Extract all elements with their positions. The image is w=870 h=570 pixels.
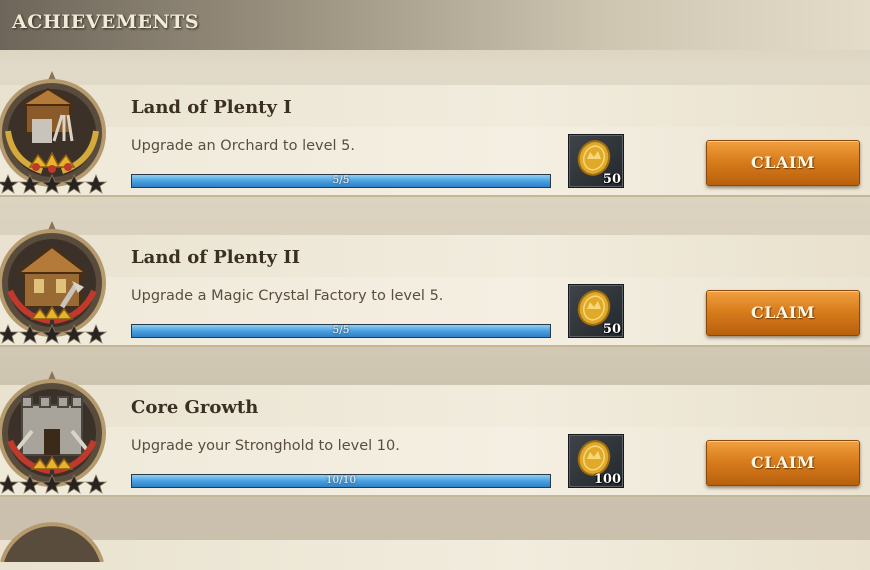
reward-amount: 100: [593, 472, 621, 487]
achievement-badge-stronghold-icon: [0, 371, 108, 494]
reward-slot: 50: [568, 284, 624, 338]
achievement-card-partial: [0, 522, 870, 570]
achievement-title: Land of Plenty I: [131, 97, 292, 118]
page-title: ACHIEVEMENTS: [12, 11, 200, 33]
reward-slot: 100: [568, 434, 624, 488]
progress-bar: 5/5: [131, 324, 551, 338]
claim-button[interactable]: CLAIM: [706, 440, 860, 486]
achievement-card: Core Growth Upgrade your Stronghold to l…: [0, 371, 870, 497]
title-bar: ACHIEVEMENTS: [0, 0, 870, 50]
progress-bar: 5/5: [131, 174, 551, 188]
progress-bar: 10/10: [131, 474, 551, 488]
achievement-description: Upgrade a Magic Crystal Factory to level…: [131, 288, 444, 304]
achievement-description: Upgrade your Stronghold to level 10.: [131, 438, 400, 454]
achievement-badge-crystal-factory-icon: [0, 221, 108, 344]
reward-slot: 50: [568, 134, 624, 188]
achievement-card: Land of Plenty I Upgrade an Orchard to l…: [0, 71, 870, 197]
achievement-description: Upgrade an Orchard to level 5.: [131, 138, 355, 154]
achievement-title: Land of Plenty II: [131, 247, 301, 268]
progress-text: 10/10: [325, 474, 357, 486]
achievement-badge-orchard-icon: [0, 71, 108, 194]
claim-button[interactable]: CLAIM: [706, 290, 860, 336]
achievement-title: Core Growth: [131, 397, 259, 418]
progress-text: 5/5: [332, 324, 350, 336]
claim-button[interactable]: CLAIM: [706, 140, 860, 186]
progress-text: 5/5: [332, 174, 350, 186]
achievement-card: Land of Plenty II Upgrade a Magic Crysta…: [0, 221, 870, 347]
reward-amount: 50: [602, 172, 621, 187]
achievement-badge-icon: [0, 522, 104, 562]
reward-amount: 50: [602, 322, 621, 337]
